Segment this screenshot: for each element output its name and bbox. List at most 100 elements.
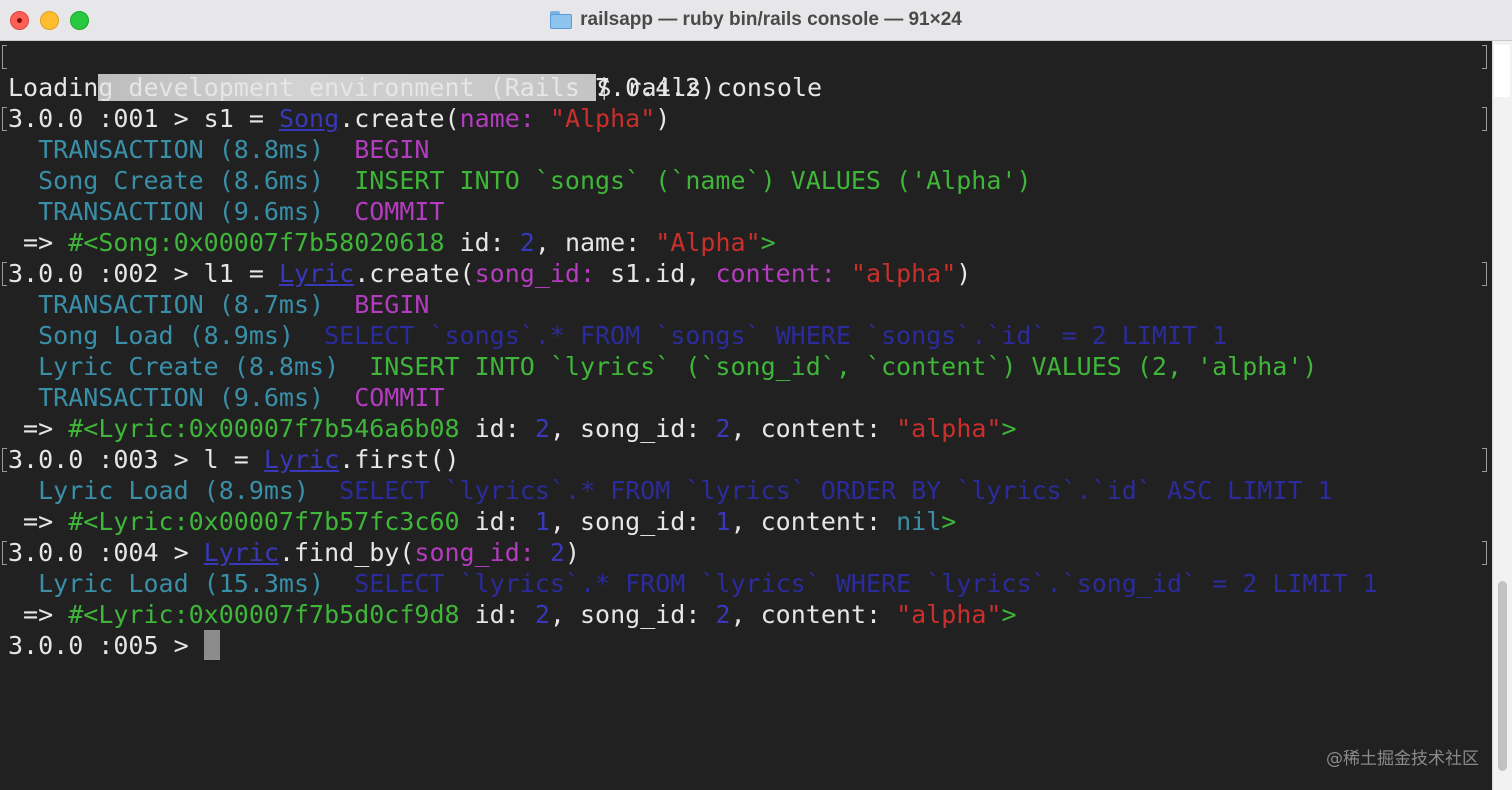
terminal-line: TRANSACTION (9.6ms) COMMIT xyxy=(8,382,1492,413)
prompt-mark xyxy=(2,107,7,131)
prompt-mark xyxy=(1482,541,1487,565)
irb-prompt: 3.0.0 :003 > xyxy=(8,445,204,474)
loading-message: Loading development environment (Rails 7… xyxy=(8,73,716,102)
symbol-key: name: xyxy=(459,104,550,133)
object-ref: #<Lyric:0x00007f7b5d0cf9d8 xyxy=(68,600,460,629)
terminal-line: Song Load (8.9ms) SELECT `songs`.* FROM … xyxy=(8,320,1492,351)
code-text: s1 = xyxy=(203,104,279,133)
irb-prompt: 3.0.0 :001 > xyxy=(8,104,204,133)
scrollbar-thumb[interactable] xyxy=(1498,581,1507,771)
prompt-mark xyxy=(1482,107,1487,131)
terminal-line: TRANSACTION (8.7ms) BEGIN xyxy=(8,289,1492,320)
attr-key: , song_id: xyxy=(549,507,716,536)
number-value: 1 xyxy=(534,507,550,536)
code-text: l1 = xyxy=(203,259,279,288)
string-literal: "alpha" xyxy=(850,259,957,288)
log-label: Song Load (8.9ms) xyxy=(8,321,325,350)
result-arrow: => xyxy=(8,414,69,443)
attr-key: , content: xyxy=(730,414,897,443)
watermark: @稀土掘金技术社区 xyxy=(1326,749,1479,769)
class-name: Lyric xyxy=(278,259,355,288)
sql-statement: BEGIN xyxy=(354,135,430,164)
log-label: Lyric Load (15.3ms) xyxy=(8,569,355,598)
code-text: .find_by( xyxy=(278,538,415,567)
sql-statement: SELECT `lyrics`.* FROM `lyrics` ORDER BY… xyxy=(339,476,1333,505)
code-text: l = xyxy=(203,445,264,474)
sql-statement: SELECT `songs`.* FROM `songs` WHERE `son… xyxy=(324,321,1228,350)
terminal-line: Lyric Create (8.8ms) INSERT INTO `lyrics… xyxy=(8,351,1492,382)
nil-value: nil xyxy=(896,507,942,536)
terminal-line: => #<Lyric:0x00007f7b5d0cf9d8 id: 2, son… xyxy=(8,599,1492,630)
log-label: Lyric Create (8.8ms) xyxy=(8,352,370,381)
folder-icon xyxy=(550,11,573,29)
attr-key: , song_id: xyxy=(549,600,716,629)
terminal-line: => #<Song:0x00007f7b58020618 id: 2, name… xyxy=(8,227,1492,258)
title-group: railsapp — ruby bin/rails console — 91×2… xyxy=(0,0,1512,40)
terminal-line: Loading development environment (Rails 7… xyxy=(8,72,1492,103)
object-end: > xyxy=(1001,600,1017,629)
attr-key: id: xyxy=(444,228,520,257)
class-name: Lyric xyxy=(263,445,340,474)
attr-key: id: xyxy=(459,600,535,629)
log-label: TRANSACTION (8.7ms) xyxy=(8,290,355,319)
code-text: .first() xyxy=(339,445,460,474)
text-cursor[interactable] xyxy=(203,630,220,660)
terminal-line: Song Create (8.6ms) INSERT INTO `songs` … xyxy=(8,165,1492,196)
sql-statement: COMMIT xyxy=(354,197,445,226)
result-arrow: => xyxy=(8,507,69,536)
object-end: > xyxy=(941,507,957,536)
symbol-key: content: xyxy=(715,259,851,288)
code-text: .create( xyxy=(354,259,475,288)
terminal-output[interactable]: $ rails console Loading development envi… xyxy=(0,41,1492,790)
object-ref: #<Song:0x00007f7b58020618 xyxy=(68,228,445,257)
code-text: ) xyxy=(655,104,671,133)
number-value: 2 xyxy=(549,538,565,567)
prompt-mark xyxy=(1482,448,1487,472)
window-title: railsapp — ruby bin/rails console — 91×2… xyxy=(580,9,962,30)
terminal-line: 3.0.0 :003 > l = Lyric.first() xyxy=(2,444,1492,475)
terminal-window: railsapp — ruby bin/rails console — 91×2… xyxy=(0,0,1512,790)
sql-statement: SELECT `lyrics`.* FROM `lyrics` WHERE `l… xyxy=(354,569,1378,598)
prompt-mark xyxy=(2,448,7,472)
scrollbar-track-top xyxy=(1494,45,1510,97)
object-end: > xyxy=(1001,414,1017,443)
number-value: 2 xyxy=(715,600,731,629)
terminal-line: 3.0.0 :004 > Lyric.find_by(song_id: 2) xyxy=(2,537,1492,568)
string-literal: "alpha" xyxy=(896,414,1002,443)
code-text: .create( xyxy=(339,104,460,133)
string-literal: "alpha" xyxy=(896,600,1002,629)
log-label: Song Create (8.6ms) xyxy=(8,166,355,195)
result-arrow: => xyxy=(8,228,69,257)
code-text: s1.id, xyxy=(610,259,716,288)
object-ref: #<Lyric:0x00007f7b546a6b08 xyxy=(68,414,460,443)
terminal-line: 3.0.0 :005 > xyxy=(8,630,1492,661)
prompt-mark xyxy=(2,262,7,286)
log-label: TRANSACTION (9.6ms) xyxy=(8,197,355,226)
string-literal: "Alpha" xyxy=(655,228,761,257)
terminal-line: 3.0.0 :002 > l1 = Lyric.create(song_id: … xyxy=(2,258,1492,289)
attr-key: id: xyxy=(459,507,535,536)
terminal-line: TRANSACTION (8.8ms) BEGIN xyxy=(8,134,1492,165)
terminal-line: => #<Lyric:0x00007f7b546a6b08 id: 2, son… xyxy=(8,413,1492,444)
vertical-scrollbar[interactable] xyxy=(1492,41,1512,790)
attr-key: , song_id: xyxy=(549,414,716,443)
sql-statement: INSERT INTO `lyrics` (`song_id`, `conten… xyxy=(369,352,1318,381)
terminal-line: Lyric Load (15.3ms) SELECT `lyrics`.* FR… xyxy=(8,568,1492,599)
terminal-line: => #<Lyric:0x00007f7b57fc3c60 id: 1, son… xyxy=(8,506,1492,537)
attr-key: , content: xyxy=(730,507,897,536)
log-label: Lyric Load (8.9ms) xyxy=(8,476,340,505)
sql-statement: BEGIN xyxy=(354,290,430,319)
sql-statement: INSERT INTO `songs` (`name`) VALUES ('Al… xyxy=(354,166,1032,195)
attr-key: , content: xyxy=(730,600,897,629)
terminal-line: $ rails console xyxy=(2,41,1492,102)
prompt-mark xyxy=(2,541,7,565)
number-value: 2 xyxy=(715,414,731,443)
log-label: TRANSACTION (8.8ms) xyxy=(8,135,355,164)
number-value: 2 xyxy=(519,228,535,257)
code-text: ) xyxy=(956,259,972,288)
number-value: 2 xyxy=(534,600,550,629)
class-name: Lyric xyxy=(203,538,279,567)
prompt-mark xyxy=(1482,45,1487,69)
irb-prompt: 3.0.0 :004 > xyxy=(8,538,204,567)
title-bar: railsapp — ruby bin/rails console — 91×2… xyxy=(0,0,1512,41)
